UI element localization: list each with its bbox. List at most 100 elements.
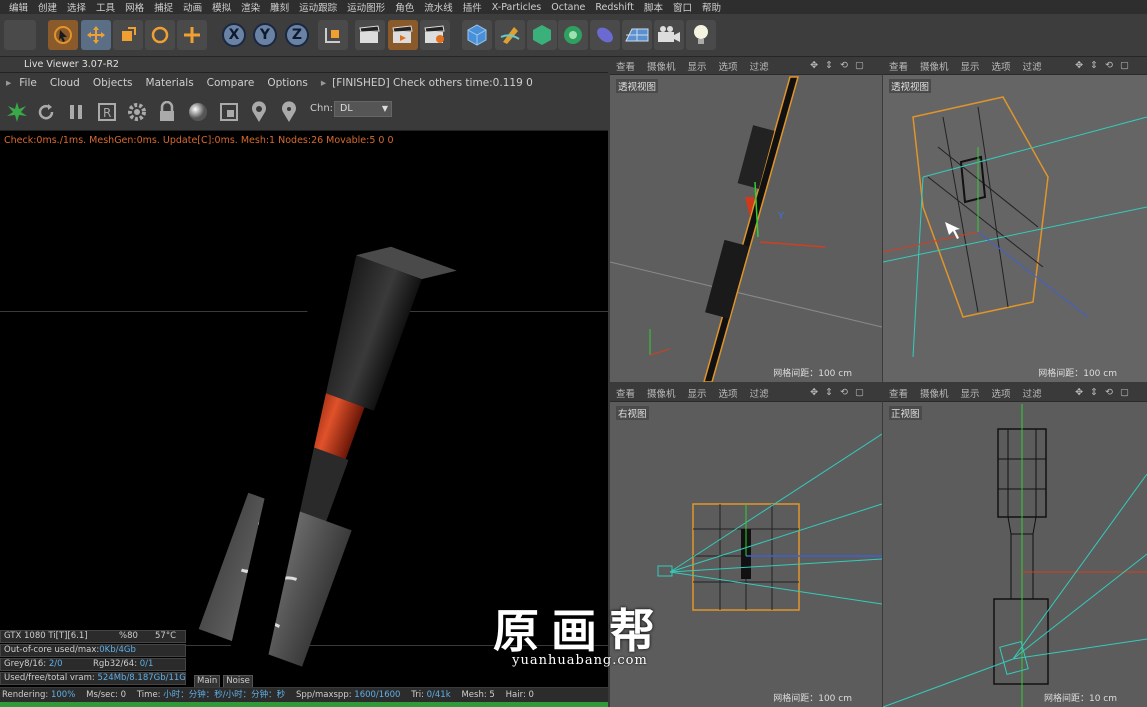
menu-item-mograph[interactable]: 运动图形 xyxy=(342,0,390,14)
render-settings-button[interactable] xyxy=(420,20,450,50)
floor-button[interactable] xyxy=(622,20,652,50)
grid-spacing-label: 网格间距：100 cm xyxy=(773,694,852,704)
menu-item-redshift[interactable]: Redshift xyxy=(590,2,639,13)
pick-focus-icon[interactable] xyxy=(278,101,300,123)
grey-value: 2/0 xyxy=(48,659,63,669)
camera-icon xyxy=(658,26,680,42)
vram-row: Used/free/total vram: 524Mb/8.187Gb/11G xyxy=(0,672,186,685)
mograph-button[interactable] xyxy=(558,20,588,50)
pause-icon[interactable] xyxy=(65,101,87,123)
menu-item-select[interactable]: 选择 xyxy=(62,0,91,14)
rendering-label: Rendering: xyxy=(2,690,51,700)
clapper-play-icon xyxy=(392,25,413,43)
z-axis-lock-button[interactable]: Z xyxy=(285,23,309,47)
vram-value: 524Mb/8.187Gb/11G xyxy=(97,673,186,683)
menu-item-pipeline[interactable]: 流水线 xyxy=(419,0,458,14)
coordinate-system-button[interactable] xyxy=(318,20,348,50)
coordinate-icon xyxy=(325,28,340,43)
scale-icon xyxy=(122,27,136,41)
deformer-button[interactable] xyxy=(590,20,620,50)
lock-icon[interactable] xyxy=(156,101,178,123)
tri-value: 0/41k xyxy=(426,690,451,700)
menu-item-plugins[interactable]: 插件 xyxy=(458,0,487,14)
channel-select[interactable]: DL ▼ xyxy=(334,101,392,117)
deformer-icon xyxy=(597,27,613,43)
menu-item-animate[interactable]: 动画 xyxy=(178,0,207,14)
grid-spacing-label: 网格间距：10 cm xyxy=(1043,694,1117,704)
transform-tool-button[interactable] xyxy=(177,20,207,50)
texture-row: Grey8/16: 2/0 Rgb32/64: 0/1 xyxy=(0,658,186,671)
lv-menu-options[interactable]: Options xyxy=(267,77,308,89)
subdivision-button[interactable] xyxy=(527,20,557,50)
render-view-button[interactable] xyxy=(355,20,385,50)
cube-button[interactable] xyxy=(462,20,492,50)
lv-menu-compare[interactable]: Compare xyxy=(207,77,255,89)
lv-menu-objects[interactable]: Objects xyxy=(93,77,133,89)
pin-icon[interactable] xyxy=(248,101,270,123)
time-value: 小时：分钟：秒/小时：分钟：秒 xyxy=(163,690,286,700)
spp-value: 1600/1600 xyxy=(354,690,401,700)
scale-tool-button[interactable] xyxy=(113,20,143,50)
svg-text:R: R xyxy=(103,106,111,120)
rgb-value: 0/1 xyxy=(139,659,154,669)
region-render-icon[interactable]: R xyxy=(96,101,118,123)
viewport-perspective-1[interactable]: 查看 摄像机 显示 选项 过滤 ✥ ⇕ ⟲ ▢ 透视视图 Y 网格间距：100 … xyxy=(610,57,882,382)
render-picture-viewer-button[interactable] xyxy=(388,20,418,50)
restart-icon[interactable] xyxy=(35,101,57,123)
move-tool-button[interactable] xyxy=(81,20,111,50)
lv-menu-cloud[interactable]: Cloud xyxy=(50,77,80,89)
menu-item-create[interactable]: 创建 xyxy=(33,0,62,14)
menu-item-simulate[interactable]: 模拟 xyxy=(207,0,236,14)
floor-icon xyxy=(625,28,649,42)
move-icon xyxy=(87,26,105,44)
menu-item-script[interactable]: 脚本 xyxy=(639,0,668,14)
rotate-tool-button[interactable] xyxy=(145,20,175,50)
viewport-perspective-2[interactable]: 查看 摄像机 显示 选项 过滤 ✥ ⇕ ⟲ ▢ 透视视图 网格间距：100 cm xyxy=(883,57,1147,382)
gpu-name: GTX 1080 Ti[T][6.1] xyxy=(4,631,88,641)
y-axis-lock-button[interactable]: Y xyxy=(253,23,277,47)
rgb-label: Rgb32/64: xyxy=(93,659,140,669)
menu-item-xparticles[interactable]: X-Particles xyxy=(487,2,547,13)
viewport-front[interactable]: 查看 摄像机 显示 选项 过滤 ✥ ⇕ ⟲ ▢ 正视图 网格间距：10 cm xyxy=(883,384,1147,707)
menu-arrow-icon: ▸ xyxy=(6,77,12,89)
hair-label: Hair: xyxy=(505,690,529,700)
menu-item-character[interactable]: 角色 xyxy=(390,0,419,14)
render-progress-fill xyxy=(0,702,608,707)
live-viewer-title: Live Viewer 3.07-R2 xyxy=(0,57,608,73)
x-axis-lock-button[interactable]: X xyxy=(222,23,246,47)
chevron-down-icon: ▼ xyxy=(381,104,388,113)
mesh-label: Mesh: xyxy=(461,690,490,700)
light-button[interactable] xyxy=(686,20,716,50)
lv-menu-materials[interactable]: Materials xyxy=(146,77,194,89)
camera-button[interactable] xyxy=(654,20,684,50)
pen-tool-button[interactable] xyxy=(495,20,525,50)
lv-menu-file[interactable]: File xyxy=(19,77,37,89)
settings-gear-icon[interactable] xyxy=(126,101,148,123)
viewport-scene: Y xyxy=(610,76,882,382)
menu-item-edit[interactable]: 编辑 xyxy=(4,0,33,14)
undo-button[interactable] xyxy=(4,20,36,50)
viewport-scene xyxy=(883,96,1147,358)
menu-item-help[interactable]: 帮助 xyxy=(697,0,726,14)
menu-item-snap[interactable]: 捕捉 xyxy=(149,0,178,14)
channel-select-value: DL xyxy=(340,103,353,114)
gpu-temp: 57°C xyxy=(155,631,177,641)
menu-item-render[interactable]: 渲染 xyxy=(236,0,265,14)
material-sphere-icon[interactable] xyxy=(187,101,209,123)
menu-item-motion-tracking[interactable]: 运动跟踪 xyxy=(294,0,342,14)
menu-item-tools[interactable]: 工具 xyxy=(91,0,120,14)
menu-item-octane[interactable]: Octane xyxy=(546,2,590,13)
svg-text:Y: Y xyxy=(777,211,785,222)
live-viewer-toolbar: R xyxy=(0,93,608,131)
octane-logo-icon[interactable] xyxy=(6,101,28,123)
pen-icon xyxy=(500,27,520,44)
select-tool-button[interactable] xyxy=(48,20,78,50)
main-toolbar: X Y Z xyxy=(0,14,1147,57)
menu-item-window[interactable]: 窗口 xyxy=(668,0,697,14)
menu-item-sculpt[interactable]: 雕刻 xyxy=(265,0,294,14)
menu-item-mesh[interactable]: 网格 xyxy=(120,0,149,14)
light-bulb-icon xyxy=(694,25,708,44)
clapper-icon xyxy=(359,25,380,43)
region-select-icon[interactable] xyxy=(218,101,240,123)
subdivision-icon xyxy=(533,25,551,45)
